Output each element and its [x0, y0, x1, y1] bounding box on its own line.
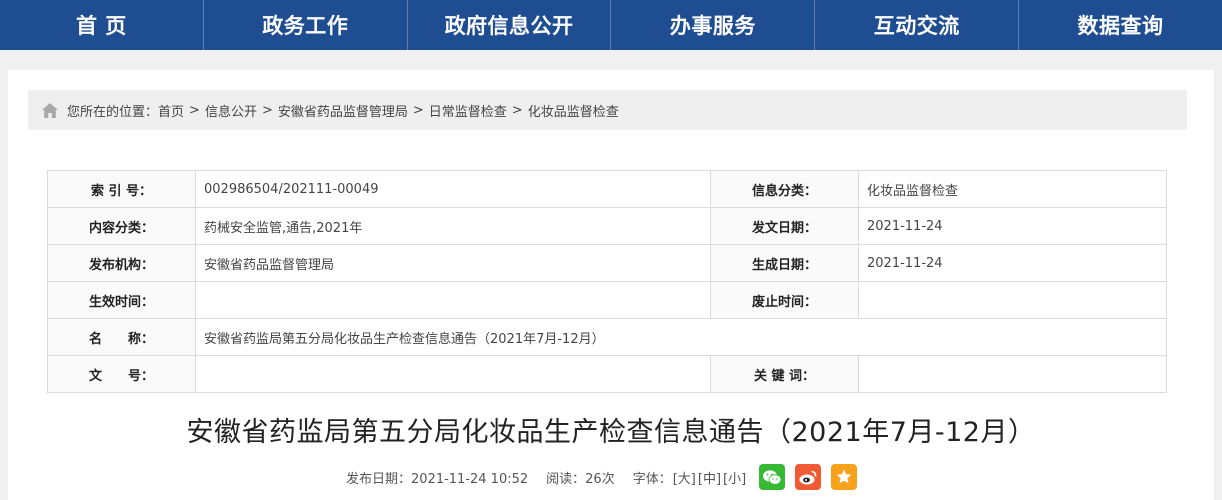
generation-date-label: 生成日期： — [710, 244, 859, 282]
weibo-icon — [799, 470, 817, 484]
content-panel: 您所在的位置： 首页 > 信息公开 > 安徽省药品监督管理局 > 日常监督检查 … — [8, 70, 1214, 500]
info-category-label: 信息分类： — [710, 170, 859, 208]
effective-time-label: 生效时间： — [47, 281, 196, 319]
star-icon — [836, 469, 852, 484]
publishing-org-value: 安徽省药品监督管理局 — [195, 244, 711, 282]
breadcrumb-prefix: 您所在的位置： — [67, 104, 159, 120]
article-title: 安徽省药监局第五分局化妆品生产检查信息通告（2021年7月-12月） — [186, 417, 1036, 448]
breadcrumb-separator: > — [189, 102, 200, 118]
content-category-value: 药械安全监管,通告,2021年 — [195, 207, 711, 245]
weibo-share-button[interactable] — [795, 464, 822, 490]
wechat-share-button[interactable] — [759, 464, 786, 490]
document-number-value — [195, 355, 711, 393]
font-large-button[interactable]: [大] — [673, 468, 696, 487]
nav-item-home[interactable]: 首 页 — [0, 0, 204, 50]
breadcrumb-home[interactable]: 首页 — [158, 101, 184, 120]
issue-date-value: 2021-11-24 — [858, 207, 1167, 245]
font-size-label: 字体： — [632, 471, 672, 487]
breadcrumb-bureau[interactable]: 安徽省药品监督管理局 — [278, 101, 408, 120]
wechat-icon — [763, 469, 782, 485]
effective-time-value — [195, 281, 711, 319]
abolish-time-value — [858, 281, 1167, 319]
table-row: 名 称： 安徽省药监局第五分局化妆品生产检查信息通告（2021年7月-12月） — [47, 318, 1167, 356]
generation-date-value: 2021-11-24 — [858, 244, 1167, 282]
font-small-button[interactable]: [小] — [723, 468, 746, 487]
breadcrumb-info-disclosure[interactable]: 信息公开 — [205, 101, 257, 120]
document-meta-table: 索 引 号： 002986504/202111-00049 信息分类： 化妆品监… — [47, 170, 1167, 393]
font-medium-button[interactable]: [中] — [698, 468, 721, 487]
document-name-value: 安徽省药监局第五分局化妆品生产检查信息通告（2021年7月-12月） — [195, 318, 1167, 356]
table-row: 生效时间： 废止时间： — [47, 281, 1167, 319]
breadcrumb-separator: > — [412, 102, 424, 118]
keywords-label: 关 键 词： — [710, 355, 859, 393]
breadcrumb-separator: > — [511, 102, 523, 118]
content-category-label: 内容分类： — [47, 207, 196, 245]
document-name-label: 名 称： — [47, 318, 196, 356]
breadcrumb: 您所在的位置： 首页 > 信息公开 > 安徽省药品监督管理局 > 日常监督检查 … — [28, 90, 1187, 130]
nav-item-interaction[interactable]: 互动交流 — [815, 0, 1020, 50]
nav-item-data-query[interactable]: 数据查询 — [1019, 0, 1222, 50]
breadcrumb-cosmetics-inspection[interactable]: 化妆品监督检查 — [528, 101, 619, 120]
index-number-label: 索 引 号： — [47, 170, 196, 208]
main-nav: 首 页 政务工作 政府信息公开 办事服务 互动交流 数据查询 — [0, 0, 1222, 50]
publish-date: 发布日期：2021-11-24 10:52 — [346, 471, 529, 487]
nav-item-services[interactable]: 办事服务 — [611, 0, 816, 50]
nav-item-government-affairs[interactable]: 政务工作 — [204, 0, 408, 50]
publishing-org-label: 发布机构： — [47, 244, 196, 282]
article-info-bar: 发布日期：2021-11-24 10:52 阅读：26次 字体： [大] [中]… — [346, 464, 858, 490]
breadcrumb-separator: > — [261, 102, 273, 118]
table-row: 内容分类： 药械安全监管,通告,2021年 发文日期： 2021-11-24 — [47, 207, 1167, 245]
home-icon — [41, 102, 59, 119]
table-row: 索 引 号： 002986504/202111-00049 信息分类： 化妆品监… — [47, 170, 1167, 208]
breadcrumb-daily-inspection[interactable]: 日常监督检查 — [429, 101, 507, 120]
table-row: 发布机构： 安徽省药品监督管理局 生成日期： 2021-11-24 — [47, 244, 1167, 282]
abolish-time-label: 废止时间： — [710, 281, 859, 319]
document-number-label: 文 号： — [47, 355, 196, 393]
read-count: 阅读：26次 — [546, 471, 615, 487]
issue-date-label: 发文日期： — [710, 207, 859, 245]
keywords-value — [858, 355, 1167, 393]
table-row: 文 号： 关 键 词： — [47, 355, 1167, 393]
index-number-value: 002986504/202111-00049 — [195, 170, 711, 208]
nav-item-info-disclosure[interactable]: 政府信息公开 — [408, 0, 612, 50]
info-category-value: 化妆品监督检查 — [858, 170, 1167, 208]
favorite-button[interactable] — [831, 464, 858, 490]
